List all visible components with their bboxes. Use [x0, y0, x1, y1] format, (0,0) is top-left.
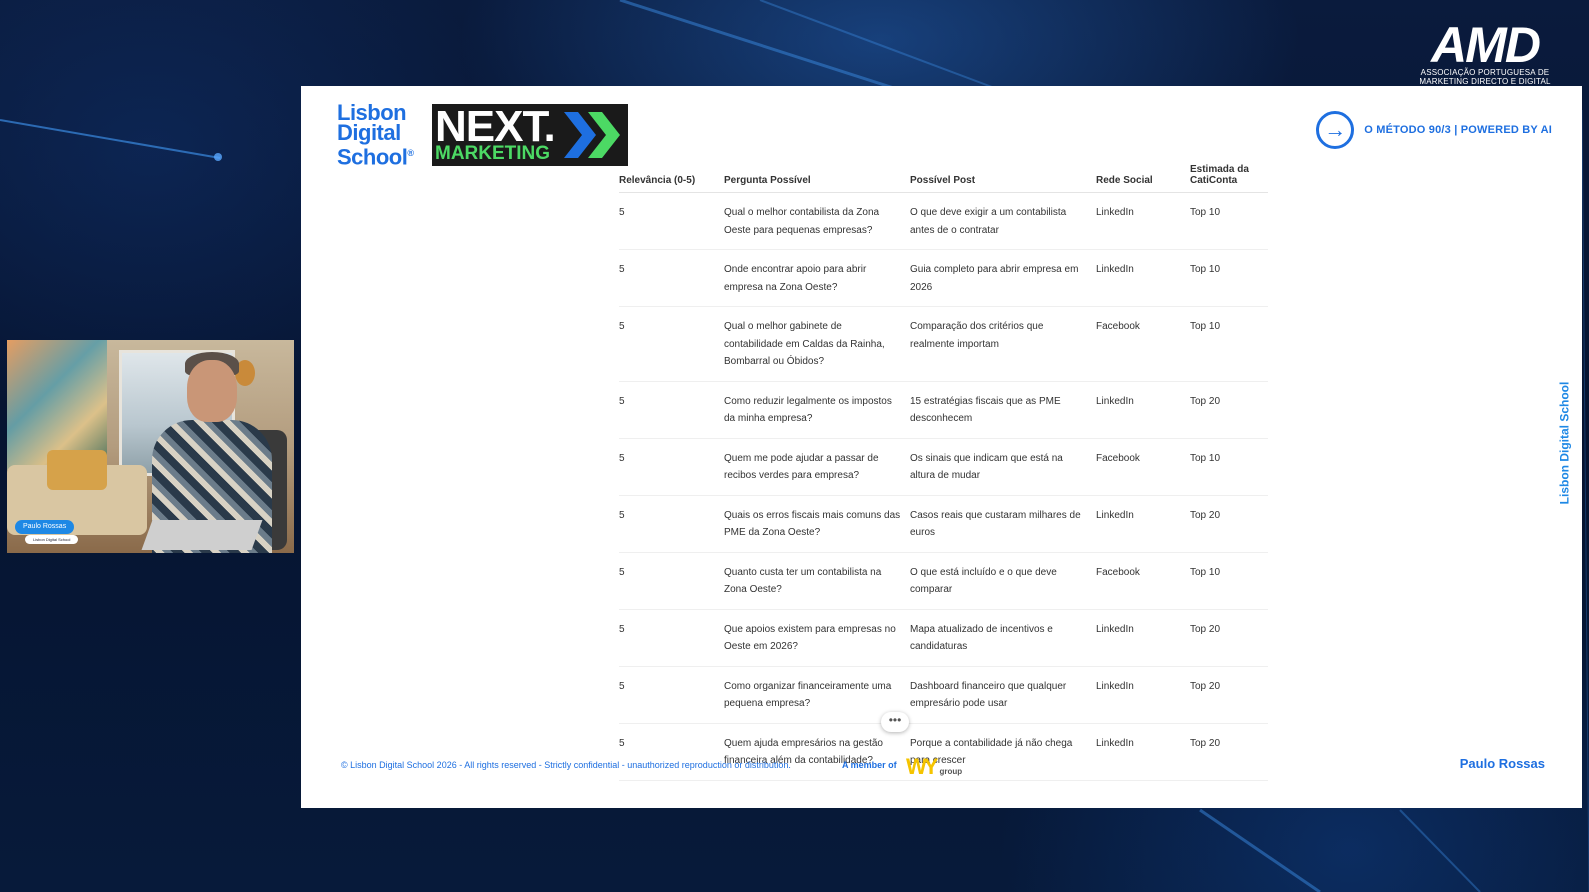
amd-logo: AMD ASSOCIAÇÃO PORTUGUESA DE MARKETING D…: [1405, 17, 1565, 86]
cell-post: Casos reais que custaram milhares de eur…: [910, 495, 1096, 553]
cell-social: LinkedIn: [1096, 495, 1190, 553]
registered-mark: ®: [407, 148, 414, 158]
cell-relevance: 5: [619, 552, 724, 610]
table-row: 5 Qual o melhor gabinete de contabilidad…: [619, 306, 1268, 382]
lds-logo-line2: Digital: [337, 120, 401, 145]
cell-relevance: 5: [619, 306, 724, 382]
cell-relevance: 5: [619, 495, 724, 553]
cell-social: LinkedIn: [1096, 723, 1190, 781]
presenter-name-tag: Paulo Rossas: [15, 520, 75, 534]
cell-post: O que está incluído e o que deve compara…: [910, 552, 1096, 610]
cell-question: Quanto custa ter um contabilista na Zona…: [724, 552, 910, 610]
cell-question: Como organizar financeiramente uma peque…: [724, 666, 910, 724]
amd-subtitle-2: MARKETING DIRECTO E DIGITAL: [1419, 77, 1551, 86]
presenter-head: [187, 360, 237, 422]
cell-question: Qual o melhor gabinete de contabilidade …: [724, 306, 910, 382]
cell-social: Facebook: [1096, 552, 1190, 610]
more-options-button[interactable]: •••: [881, 712, 909, 732]
author-name: Paulo Rossas: [1459, 756, 1545, 771]
cell-relevance: 5: [619, 666, 724, 724]
table-row: 5 Como organizar financeiramente uma peq…: [619, 666, 1268, 724]
amd-logo-text: AMD: [1431, 17, 1541, 73]
cell-estimate: Top 10: [1190, 249, 1268, 307]
cell-post: Mapa atualizado de incentivos e candidat…: [910, 609, 1096, 667]
cell-post: Dashboard financeiro que qualquer empres…: [910, 666, 1096, 724]
cell-relevance: 5: [619, 192, 724, 250]
questions-table: Relevância (0-5) Pergunta Possível Possí…: [619, 164, 1268, 781]
cell-social: LinkedIn: [1096, 249, 1190, 307]
cell-social: Facebook: [1096, 438, 1190, 496]
table-header-row: Relevância (0-5) Pergunta Possível Possí…: [619, 164, 1268, 193]
cell-social: LinkedIn: [1096, 609, 1190, 667]
cell-question: Que apoios existem para empresas no Oest…: [724, 609, 910, 667]
next-marketing-logo: NEXT. MARKETING: [432, 102, 628, 166]
header-estimate: Estimada da CatiConta: [1190, 164, 1268, 193]
cell-social: LinkedIn: [1096, 666, 1190, 724]
cell-relevance: 5: [619, 723, 724, 781]
cell-post: Os sinais que indicam que está na altura…: [910, 438, 1096, 496]
header-question: Pergunta Possível: [724, 164, 910, 193]
side-brand: Lisbon Digital School: [1553, 382, 1573, 506]
header-social: Rede Social: [1096, 164, 1190, 193]
side-brand-text: Lisbon Digital School: [1557, 381, 1572, 505]
presenter-sub-tag: Lisbon Digital School: [25, 535, 79, 544]
cell-social: LinkedIn: [1096, 192, 1190, 250]
header-relevance: Relevância (0-5): [619, 164, 724, 193]
cushion: [47, 450, 107, 490]
table-row: 5 Quais os erros fiscais mais comuns das…: [619, 495, 1268, 553]
table-row: 5 Quanto custa ter um contabilista na Zo…: [619, 552, 1268, 610]
cell-question: Quais os erros fiscais mais comuns das P…: [724, 495, 910, 553]
cell-question: Onde encontrar apoio para abrir empresa …: [724, 249, 910, 307]
cell-post: Guia completo para abrir empresa em 2026: [910, 249, 1096, 307]
marketing-logo-text: MARKETING: [435, 143, 551, 164]
wy-logo-text: WY: [906, 754, 939, 779]
lds-logo-line3: School: [337, 144, 408, 170]
cell-relevance: 5: [619, 609, 724, 667]
table-row: 5 Onde encontrar apoio para abrir empres…: [619, 249, 1268, 307]
table-row: 5 Como reduzir legalmente os impostos da…: [619, 381, 1268, 439]
cell-question: Quem me pode ajudar a passar de recibos …: [724, 438, 910, 496]
laptop: [141, 520, 263, 550]
cell-estimate: Top 20: [1190, 666, 1268, 724]
cell-estimate: Top 20: [1190, 723, 1268, 781]
cell-social: LinkedIn: [1096, 381, 1190, 439]
method-title: O MÉTODO 90/3 | POWERED BY AI: [1364, 124, 1552, 136]
table-row: 5 Quem me pode ajudar a passar de recibo…: [619, 438, 1268, 496]
presentation-slide: Lisbon Digital School® NEXT. MARKETING →…: [301, 86, 1582, 808]
cell-question: Qual o melhor contabilista da Zona Oeste…: [724, 192, 910, 250]
wy-logo-sub: group: [939, 767, 963, 776]
footer-copyright: © Lisbon Digital School 2026 - All right…: [341, 760, 791, 770]
cell-relevance: 5: [619, 438, 724, 496]
header-post: Possível Post: [910, 164, 1096, 193]
lisbon-digital-school-logo: Lisbon Digital School®: [337, 102, 414, 170]
cell-post: 15 estratégias fiscais que as PME descon…: [910, 381, 1096, 439]
amd-subtitle-1: ASSOCIAÇÃO PORTUGUESA DE: [1420, 68, 1550, 77]
cell-social: Facebook: [1096, 306, 1190, 382]
wy-group-logo: WY group: [906, 754, 962, 780]
cell-estimate: Top 20: [1190, 609, 1268, 667]
cell-question: Quem ajuda empresários na gestão finance…: [724, 723, 910, 781]
cell-relevance: 5: [619, 249, 724, 307]
member-of-label: A member of: [842, 760, 897, 770]
cell-estimate: Top 10: [1190, 438, 1268, 496]
cell-estimate: Top 20: [1190, 495, 1268, 553]
table-row: 5 Qual o melhor contabilista da Zona Oes…: [619, 192, 1268, 250]
arrow-right-circle-icon: →: [1316, 111, 1355, 149]
cell-post: Comparação dos critérios que realmente i…: [910, 306, 1096, 382]
cell-relevance: 5: [619, 381, 724, 439]
cell-estimate: Top 20: [1190, 381, 1268, 439]
double-chevron-icon: [564, 112, 620, 158]
cell-estimate: Top 10: [1190, 306, 1268, 382]
cell-question: Como reduzir legalmente os impostos da m…: [724, 381, 910, 439]
cell-estimate: Top 10: [1190, 552, 1268, 610]
table-row: 5 Que apoios existem para empresas no Oe…: [619, 609, 1268, 667]
cell-post: O que deve exigir a um contabilista ante…: [910, 192, 1096, 250]
cell-estimate: Top 10: [1190, 192, 1268, 250]
method-header: → O MÉTODO 90/3 | POWERED BY AI: [1316, 111, 1552, 149]
